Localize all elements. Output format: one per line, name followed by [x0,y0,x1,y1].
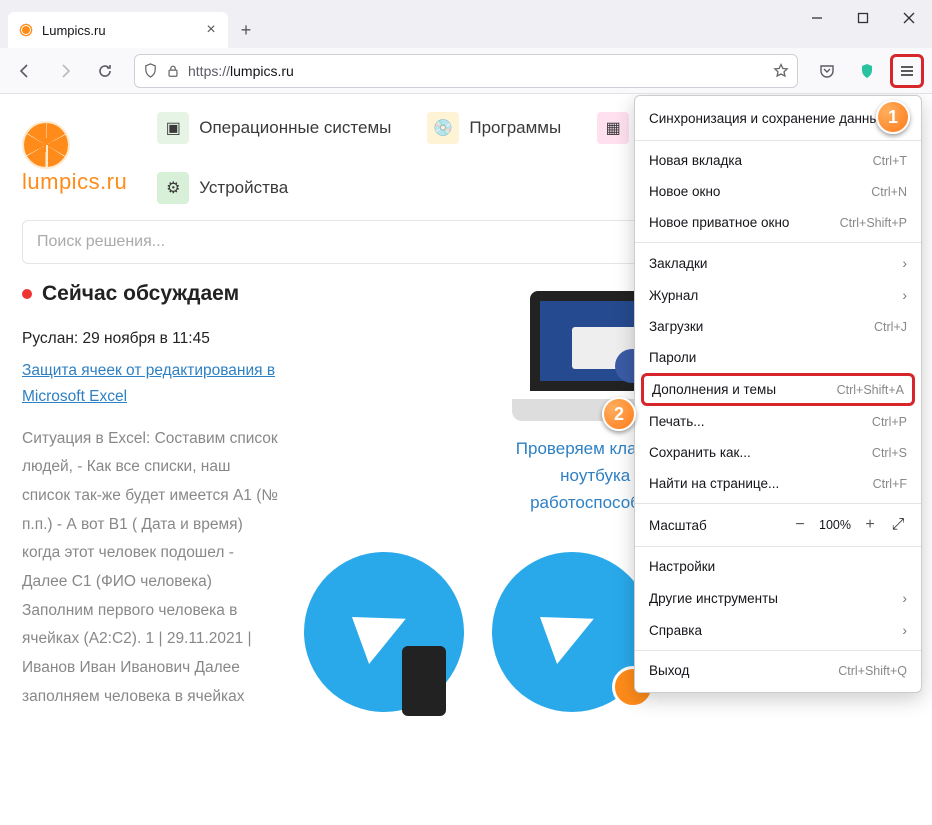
menu-private-window[interactable]: Новое приватное окноCtrl+Shift+P [635,207,921,238]
site-logo[interactable]: lumpics.ru [22,121,127,195]
page-content: lumpics.ru ▣Операционные системы 💿Програ… [0,94,932,825]
menu-passwords[interactable]: Пароли [635,342,921,373]
zoom-value: 100% [819,518,851,532]
chevron-right-icon: › [902,255,907,271]
menu-downloads[interactable]: ЗагрузкиCtrl+J [635,311,921,342]
post-body: Ситуация в Excel: Составим список людей,… [22,425,280,712]
zoom-out-button[interactable]: − [791,516,809,534]
menu-help[interactable]: Справка› [635,614,921,646]
url-text: https://lumpics.ru [188,63,765,79]
devices-icon: ⚙ [157,172,189,204]
nav-partial[interactable]: ▦ [597,112,637,144]
close-tab-button[interactable]: × [204,23,218,37]
telegram-icon-2[interactable] [492,552,652,712]
menu-more-tools[interactable]: Другие инструменты› [635,582,921,614]
menu-new-window[interactable]: Новое окноCtrl+N [635,176,921,207]
menu-new-tab[interactable]: Новая вкладкаCtrl+T [635,145,921,176]
nav-programs[interactable]: 💿Программы [427,112,561,144]
app-menu-button[interactable] [890,54,924,88]
forward-button[interactable] [48,54,82,88]
chevron-right-icon: › [902,287,907,303]
callout-1: 1 [876,100,910,134]
os-icon: ▣ [157,112,189,144]
chevron-right-icon: › [902,622,907,638]
minimize-button[interactable] [794,0,840,36]
nav-os[interactable]: ▣Операционные системы [157,112,391,144]
lock-icon [166,64,180,78]
close-window-button[interactable] [886,0,932,36]
shield-icon [143,63,158,78]
menu-print[interactable]: Печать...Ctrl+P [635,406,921,437]
tab-title: Lumpics.ru [42,23,196,38]
back-button[interactable] [8,54,42,88]
fullscreen-button[interactable]: ⤢ [889,516,907,534]
rec-icon [22,289,32,299]
favicon-icon [18,22,34,38]
toolbar: https://lumpics.ru [0,48,932,94]
callout-2: 2 [602,397,636,431]
menu-zoom: Масштаб − 100% + ⤢ [635,508,921,542]
protection-shield-icon[interactable] [850,54,884,88]
bookmark-star-button[interactable] [773,63,789,79]
telegram-icon[interactable] [304,552,464,712]
menu-find[interactable]: Найти на странице...Ctrl+F [635,468,921,499]
post-link[interactable]: Защита ячеек от редактирования в Microso… [22,362,275,405]
pocket-button[interactable] [810,54,844,88]
menu-save-as[interactable]: Сохранить как...Ctrl+S [635,437,921,468]
partial-icon: ▦ [597,112,629,144]
menu-bookmarks[interactable]: Закладки› [635,247,921,279]
chevron-right-icon: › [902,590,907,606]
reload-button[interactable] [88,54,122,88]
zoom-in-button[interactable]: + [861,516,879,534]
url-bar[interactable]: https://lumpics.ru [134,54,798,88]
new-tab-button[interactable]: + [232,16,260,44]
discussing-heading: Сейчас обсуждаем [22,282,280,306]
hamburger-icon [899,63,915,79]
programs-icon: 💿 [427,112,459,144]
menu-history[interactable]: Журнал› [635,279,921,311]
logo-icon [22,121,70,169]
menu-exit[interactable]: ВыходCtrl+Shift+Q [635,655,921,686]
logo-text: lumpics.ru [22,169,127,195]
menu-settings[interactable]: Настройки [635,551,921,582]
maximize-button[interactable] [840,0,886,36]
browser-tab[interactable]: Lumpics.ru × [8,12,228,48]
comment-meta: Руслан: 29 ноября в 11:45 [22,330,280,348]
menu-addons-themes[interactable]: Дополнения и темыCtrl+Shift+A [641,373,915,406]
titlebar: Lumpics.ru × + [0,0,932,48]
app-menu: Синхронизация и сохранение данных Новая … [634,95,922,693]
